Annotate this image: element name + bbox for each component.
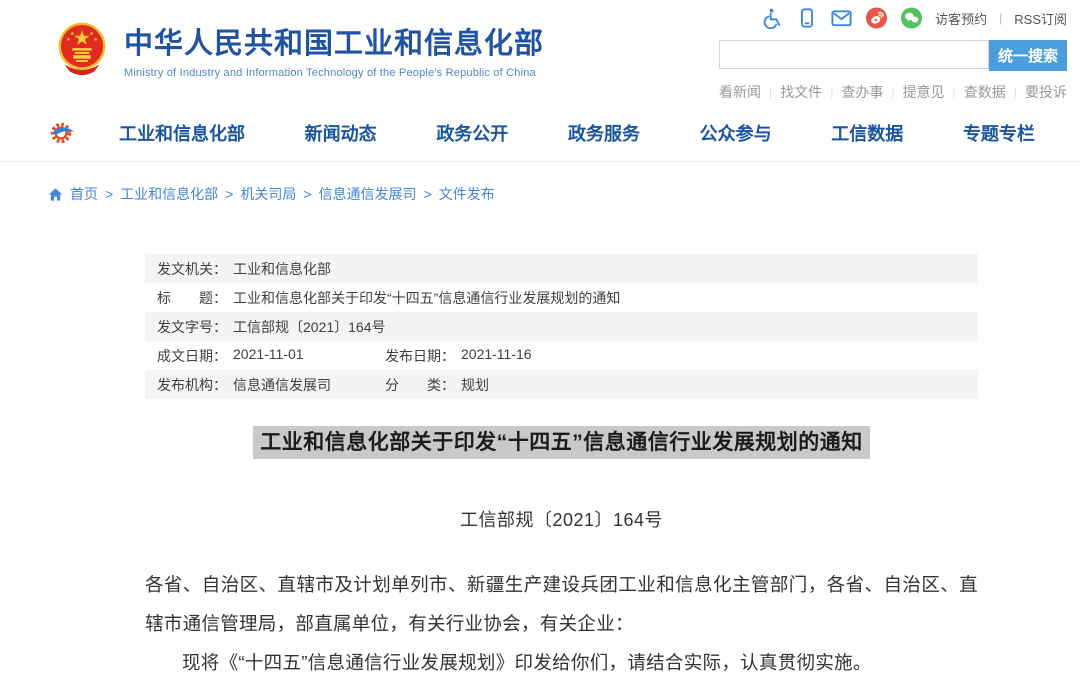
mobile-icon[interactable]: [795, 7, 818, 30]
quick-link-suggestions[interactable]: 提意见: [903, 82, 945, 102]
meta-label: 发布机构：: [157, 375, 227, 395]
unified-search-button[interactable]: 统一搜索: [989, 40, 1067, 71]
nav-item-gov-disclosure[interactable]: 政务公开: [436, 120, 508, 146]
meta-cell: 发文字号： 工信部规〔2021〕164号: [157, 317, 386, 337]
meta-label: 标 题：: [157, 288, 227, 308]
meta-label: 发布日期：: [385, 346, 455, 366]
nav-item-miit-data[interactable]: 工信数据: [831, 120, 903, 146]
brand-text: 中华人民共和国工业和信息化部 Ministry of Industry and …: [124, 18, 544, 79]
document-content: 发文机关： 工业和信息化部 标 题： 工业和信息化部关于印发“十四五”信息通信行…: [145, 254, 978, 682]
meta-value: 工业和信息化部关于印发“十四五”信息通信行业发展规划的通知: [233, 288, 620, 308]
doc-paragraph: 现将《“十四五”信息通信行业发展规划》印发给你们，请结合实际，认真贯彻实施。: [145, 643, 978, 682]
accessibility-icon[interactable]: [760, 7, 783, 30]
breadcrumb-home[interactable]: 首页: [70, 184, 98, 204]
meta-label: 成文日期：: [157, 346, 227, 366]
meta-label: 发文字号：: [157, 317, 227, 337]
quick-link-separator: |: [769, 85, 772, 99]
breadcrumb-miit[interactable]: 工业和信息化部: [120, 184, 218, 204]
home-icon: [48, 187, 63, 202]
meta-cell: 成文日期： 2021-11-01: [157, 346, 385, 366]
meta-value: 规划: [461, 375, 489, 395]
quick-link-data[interactable]: 查数据: [964, 82, 1006, 102]
quick-link-files[interactable]: 找文件: [780, 82, 822, 102]
site-brand[interactable]: 中华人民共和国工业和信息化部 Ministry of Industry and …: [53, 18, 544, 82]
nav-item-public-participation[interactable]: 公众参与: [700, 120, 772, 146]
wechat-icon[interactable]: [900, 7, 923, 30]
quick-link-separator: |: [891, 85, 894, 99]
visitor-appointment-link[interactable]: 访客预约: [935, 9, 987, 28]
meta-label: 发文机关：: [157, 259, 227, 279]
meta-label: 分 类：: [385, 375, 455, 395]
meta-value: 2021-11-16: [461, 346, 532, 366]
meta-row-publisher-category: 发布机构： 信息通信发展司 分 类： 规划: [145, 370, 978, 399]
mail-icon[interactable]: [830, 7, 853, 30]
site-header: 中华人民共和国工业和信息化部 Ministry of Industry and …: [0, 0, 1080, 105]
doc-paragraph: 各省、自治区、直辖市及计划单列市、新疆生产建设兵团工业和信息化主管部门，各省、自…: [145, 565, 978, 643]
topbar-separator: |: [999, 11, 1002, 25]
breadcrumb: 首页 > 工业和信息化部 > 机关司局 > 信息通信发展司 > 文件发布: [0, 162, 1080, 204]
quick-link-separator: |: [1014, 85, 1017, 99]
quick-links: 看新闻 | 找文件 | 查办事 | 提意见 | 查数据 | 要投诉: [719, 82, 1067, 102]
rss-link[interactable]: RSS订阅: [1014, 9, 1067, 28]
miit-logo-icon[interactable]: [48, 119, 76, 147]
meta-row-title: 标 题： 工业和信息化部关于印发“十四五”信息通信行业发展规划的通知: [145, 283, 978, 312]
meta-cell: 分 类： 规划: [385, 375, 489, 395]
top-links: 访客预约 | RSS订阅: [719, 6, 1067, 30]
nav-item-news[interactable]: 新闻动态: [305, 120, 377, 146]
meta-value: 工信部规〔2021〕164号: [233, 317, 386, 337]
site-subtitle: Ministry of Industry and Information Tec…: [124, 67, 544, 79]
doc-title-highlight: 工业和信息化部关于印发“十四五”信息通信行业发展规划的通知: [253, 426, 870, 459]
meta-row-issuing-org: 发文机关： 工业和信息化部: [145, 254, 978, 283]
nav-item-miit[interactable]: 工业和信息化部: [119, 120, 245, 146]
meta-cell: 发文机关： 工业和信息化部: [157, 259, 331, 279]
meta-row-doc-number: 发文字号： 工信部规〔2021〕164号: [145, 312, 978, 341]
meta-row-dates: 成文日期： 2021-11-01 发布日期： 2021-11-16: [145, 341, 978, 370]
quick-link-news[interactable]: 看新闻: [719, 82, 761, 102]
header-right: 访客预约 | RSS订阅 统一搜索 看新闻 | 找文件 | 查办事 | 提意见 …: [719, 6, 1067, 102]
doc-meta-table: 发文机关： 工业和信息化部 标 题： 工业和信息化部关于印发“十四五”信息通信行…: [145, 254, 978, 399]
search-bar: 统一搜索: [719, 40, 1067, 71]
quick-link-separator: |: [830, 85, 833, 99]
breadcrumb-departments[interactable]: 机关司局: [240, 184, 296, 204]
search-input[interactable]: [719, 40, 989, 69]
breadcrumb-separator: >: [303, 186, 311, 202]
breadcrumb-separator: >: [424, 186, 432, 202]
weibo-icon[interactable]: [865, 7, 888, 30]
page: 中华人民共和国工业和信息化部 Ministry of Industry and …: [0, 0, 1080, 682]
quick-link-separator: |: [953, 85, 956, 99]
breadcrumb-ict-development[interactable]: 信息通信发展司: [319, 184, 417, 204]
meta-value: 工业和信息化部: [233, 259, 331, 279]
quick-link-complaints[interactable]: 要投诉: [1025, 82, 1067, 102]
main-nav: 工业和信息化部 新闻动态 政务公开 政务服务 公众参与 工信数据 专题专栏: [0, 105, 1080, 162]
meta-value: 2021-11-01: [233, 346, 304, 366]
doc-body: 各省、自治区、直辖市及计划单列市、新疆生产建设兵团工业和信息化主管部门，各省、自…: [145, 565, 978, 682]
doc-title: 工业和信息化部关于印发“十四五”信息通信行业发展规划的通知: [145, 426, 978, 456]
meta-cell: 标 题： 工业和信息化部关于印发“十四五”信息通信行业发展规划的通知: [157, 288, 620, 308]
breadcrumb-separator: >: [225, 186, 233, 202]
doc-number: 工信部规〔2021〕164号: [145, 506, 978, 532]
meta-cell: 发布机构： 信息通信发展司: [157, 375, 385, 395]
quick-link-services[interactable]: 查办事: [841, 82, 883, 102]
national-emblem-icon: [53, 18, 111, 82]
nav-items: 工业和信息化部 新闻动态 政务公开 政务服务 公众参与 工信数据 专题专栏: [119, 120, 1035, 146]
nav-item-special-topics[interactable]: 专题专栏: [963, 120, 1035, 146]
meta-cell: 发布日期： 2021-11-16: [385, 346, 532, 366]
breadcrumb-document-release[interactable]: 文件发布: [439, 184, 495, 204]
nav-item-gov-services[interactable]: 政务服务: [568, 120, 640, 146]
breadcrumb-separator: >: [105, 186, 113, 202]
meta-value: 信息通信发展司: [233, 375, 331, 395]
site-title: 中华人民共和国工业和信息化部: [124, 28, 544, 61]
